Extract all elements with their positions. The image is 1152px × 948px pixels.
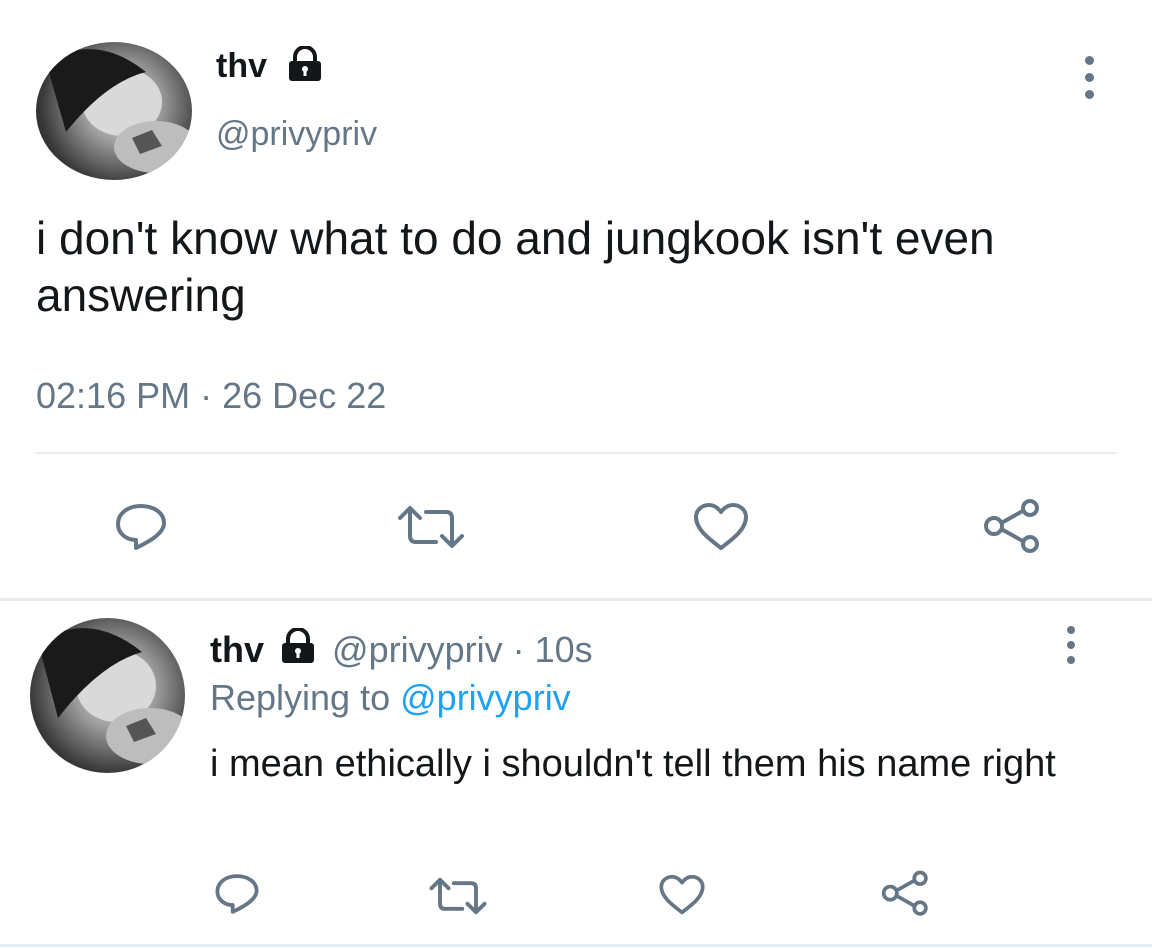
more-options-button[interactable] [1062, 626, 1082, 668]
more-options-button[interactable] [1080, 56, 1100, 102]
retweet-button[interactable] [428, 876, 488, 916]
retweet-button[interactable] [396, 504, 466, 550]
share-button[interactable] [880, 870, 932, 918]
share-icon [881, 870, 928, 916]
handle[interactable]: @privypriv [332, 629, 503, 670]
avatar[interactable] [30, 618, 185, 773]
timestamp-separator: · [200, 375, 213, 416]
replying-to-handle[interactable]: @privypriv [400, 677, 571, 718]
reply-button[interactable] [114, 502, 168, 552]
lock-icon [278, 628, 318, 664]
reply-icon [215, 874, 259, 914]
tweet-date: 26 Dec 22 [222, 375, 387, 416]
retweet-icon [398, 506, 464, 548]
like-button[interactable] [658, 874, 706, 916]
header-separator: · [512, 629, 525, 670]
heart-icon [659, 874, 705, 915]
tweet-text: i don't know what to do and jungkook isn… [36, 212, 995, 321]
avatar[interactable] [36, 42, 192, 180]
reply-header: thv @privypriv · 10s [210, 628, 593, 672]
replying-to: Replying to @privypriv [210, 676, 571, 720]
reply-icon [116, 504, 166, 550]
like-button[interactable] [692, 502, 750, 552]
tweet-timestamp[interactable]: 02:16 PM · 26 Dec 22 [36, 374, 386, 418]
divider [36, 452, 1116, 454]
share-button[interactable] [982, 498, 1044, 556]
tweet-time: 02:16 PM [36, 375, 191, 416]
more-vertical-icon [1067, 626, 1075, 634]
display-name[interactable]: thv [216, 46, 267, 86]
section-divider [0, 598, 1152, 601]
retweet-icon [429, 877, 487, 915]
tweet-text: i mean ethically i shouldn't tell them h… [210, 743, 1056, 785]
lock-icon [285, 46, 325, 82]
display-name[interactable]: thv [210, 629, 264, 670]
handle[interactable]: @privypriv [216, 114, 377, 154]
tweet-age[interactable]: 10s [535, 629, 593, 670]
replying-to-label: Replying to [210, 677, 391, 718]
heart-icon [694, 503, 748, 550]
bottom-divider [0, 944, 1152, 947]
share-icon [984, 499, 1039, 553]
reply-button[interactable] [214, 872, 260, 916]
more-vertical-icon [1085, 56, 1094, 65]
